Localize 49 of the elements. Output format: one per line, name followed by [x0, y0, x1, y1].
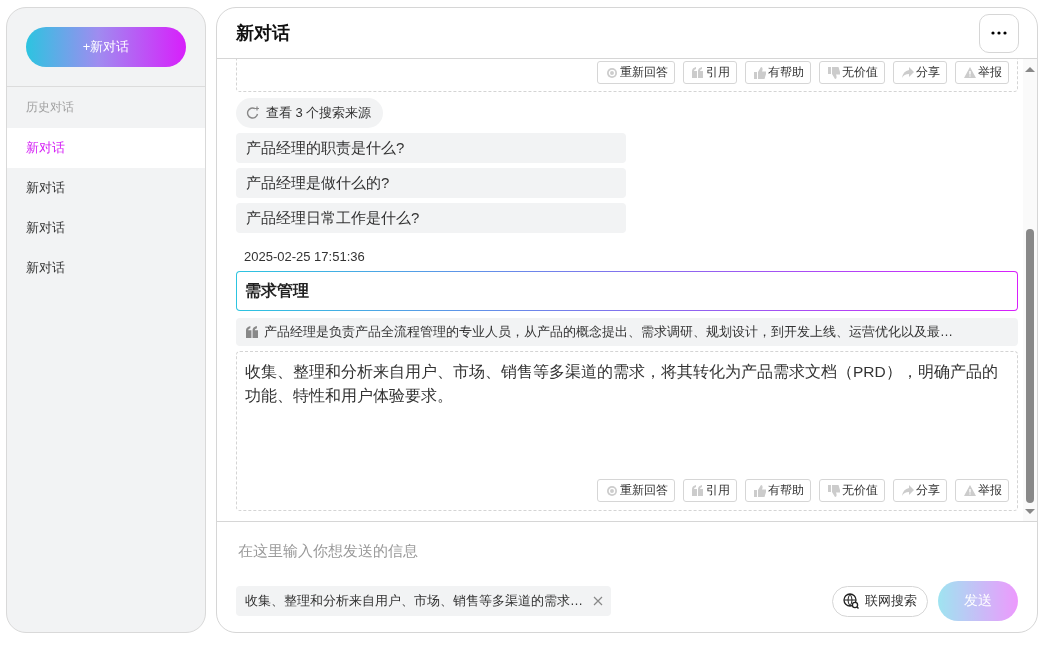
suggestion-item[interactable]: 产品经理的职责是什么?: [236, 133, 626, 163]
warning-icon: [964, 484, 976, 497]
globe-search-icon: [843, 593, 859, 609]
attachment-text: 收集、整理和分析来自用户、市场、销售等多渠道的需求…: [245, 592, 583, 610]
answer-text: 收集、整理和分析来自用户、市场、销售等多渠道的需求，将其转化为产品需求文档（PRD），明确产品的功能、特性和用户体验要求。: [245, 362, 999, 406]
sources-button[interactable]: 查看 3 个搜索来源: [236, 98, 384, 128]
action-button[interactable]: 引用: [683, 61, 737, 84]
suggestion-item[interactable]: 产品经理是做什么的?: [236, 168, 626, 198]
question-bubble: 需求管理: [236, 271, 1018, 311]
action-button[interactable]: 举报: [955, 61, 1009, 84]
share-arrow-icon: [902, 484, 914, 497]
action-button[interactable]: 有帮助: [745, 61, 811, 84]
action-button[interactable]: 重新回答: [597, 61, 675, 84]
action-button[interactable]: 无价值: [819, 61, 885, 84]
scrollbar[interactable]: [1023, 59, 1037, 521]
quote-text: 产品经理是负责产品全流程管理的专业人员，从产品的概念提出、需求调研、规划设计，到开发上线、运营优化以及最…: [264, 323, 953, 341]
action-button[interactable]: 分享: [893, 61, 947, 84]
share-arrow-icon: [902, 66, 914, 79]
scroll-down-icon[interactable]: [1025, 509, 1035, 515]
refresh-icon: [246, 106, 260, 120]
quote-icon: [245, 326, 259, 338]
suggestion-item[interactable]: 产品经理日常工作是什么?: [236, 203, 626, 233]
action-button[interactable]: 无价值: [819, 479, 885, 502]
circle-icon: [606, 484, 618, 497]
more-icon: [991, 31, 1007, 35]
more-button[interactable]: [979, 13, 1019, 53]
thumbs-up-icon: [754, 66, 766, 79]
timestamp: 2025-02-25 17:51:36: [243, 248, 366, 266]
history-item[interactable]: 新对话: [7, 208, 205, 248]
history-label: 历史对话: [25, 99, 75, 116]
history-item[interactable]: 新对话: [7, 248, 205, 288]
scroll-up-icon[interactable]: [1025, 66, 1035, 72]
thumbs-up-icon: [754, 484, 766, 497]
chat-title: 新对话: [236, 22, 290, 45]
warning-icon: [964, 66, 976, 79]
quote-icon: [692, 66, 704, 79]
web-search-button[interactable]: 联网搜索: [832, 585, 928, 617]
action-button[interactable]: 分享: [893, 479, 947, 502]
history-item[interactable]: 新对话: [7, 128, 205, 168]
close-icon[interactable]: [593, 596, 603, 606]
quote-icon: [692, 484, 704, 497]
action-button[interactable]: 举报: [955, 479, 1009, 502]
history-item[interactable]: 新对话: [7, 168, 205, 208]
action-button[interactable]: 重新回答: [597, 479, 675, 502]
thumbs-down-icon: [828, 484, 840, 497]
action-button[interactable]: 引用: [683, 479, 737, 502]
thumbs-down-icon: [828, 66, 840, 79]
circle-icon: [606, 66, 618, 79]
action-button[interactable]: 有帮助: [745, 479, 811, 502]
